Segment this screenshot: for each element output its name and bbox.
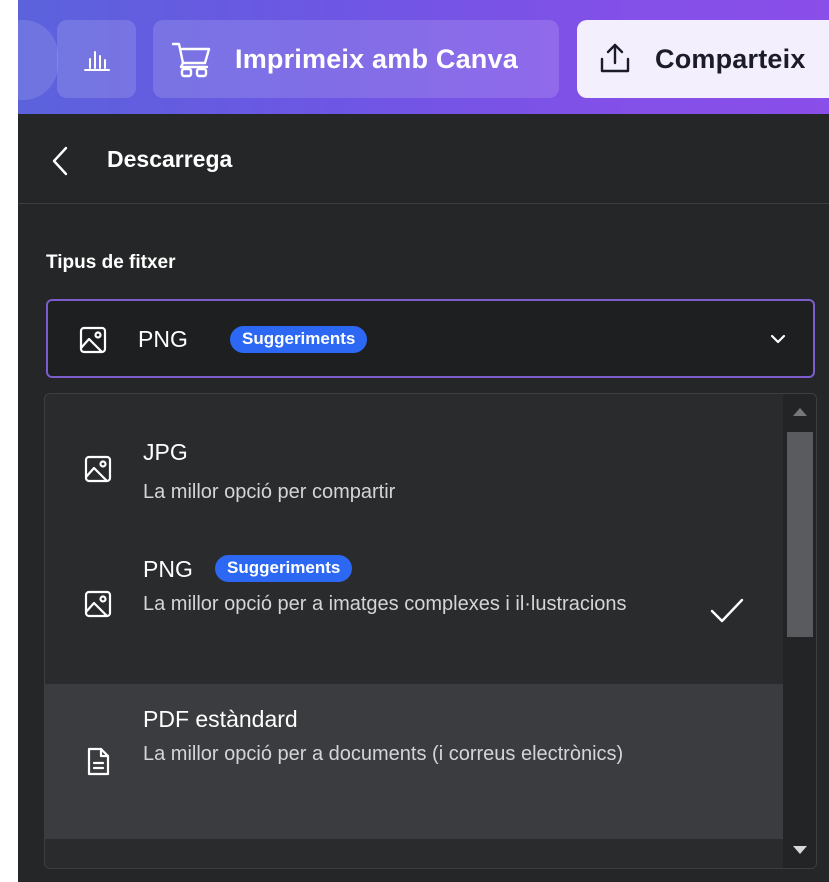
chevron-down-icon	[770, 334, 786, 344]
option-name: PDF estàndard	[143, 706, 298, 732]
suggested-badge: Suggeriments	[230, 326, 368, 353]
back-chevron-icon[interactable]	[44, 144, 74, 178]
file-type-select[interactable]: PNG Suggeriments	[46, 299, 815, 378]
option-pdf-standard[interactable]: PDF estàndard La millor opció per a docu…	[45, 684, 783, 839]
option-png[interactable]: PNG Suggeriments La millor opció per a i…	[45, 539, 783, 684]
image-icon	[84, 590, 112, 618]
option-jpg[interactable]: JPG La millor opció per compartir	[45, 394, 783, 539]
insights-button[interactable]	[57, 20, 136, 98]
option-next-partial[interactable]	[45, 839, 783, 868]
document-icon	[87, 747, 110, 776]
panel-header: Descarrega	[18, 114, 829, 204]
option-description: La millor opció per a documents (i corre…	[143, 743, 624, 765]
file-type-dropdown: JPG La millor opció per compartir PNG Su…	[44, 393, 817, 869]
toolbar-partial-button[interactable]	[0, 20, 58, 100]
option-description: La millor opció per compartir	[143, 481, 396, 503]
shopping-cart-icon	[171, 42, 211, 78]
checkmark-icon	[710, 598, 744, 623]
option-name: JPG	[143, 439, 188, 465]
page-title: Descarrega	[107, 146, 233, 172]
option-description: La millor opció per a imatges complexes …	[143, 593, 627, 615]
selected-file-type: PNG	[138, 326, 188, 352]
image-icon	[79, 326, 107, 354]
scroll-up-arrow-icon[interactable]	[793, 408, 807, 416]
download-panel: Imprimeix amb Canva Comparteix Descarreg…	[0, 0, 829, 882]
share-upload-icon	[600, 43, 630, 73]
print-button-label: Imprimeix amb Canva	[235, 43, 518, 74]
share-button-label: Comparteix	[655, 43, 806, 74]
suggested-badge: Suggeriments	[215, 555, 353, 582]
print-with-canva-button[interactable]: Imprimeix amb Canva	[153, 20, 559, 98]
file-type-label: Tipus de fitxer	[46, 252, 176, 273]
scroll-down-arrow-icon[interactable]	[793, 846, 807, 854]
scrollbar-thumb[interactable]	[787, 432, 813, 637]
top-toolbar: Imprimeix amb Canva Comparteix	[0, 0, 829, 114]
image-icon	[84, 455, 112, 483]
option-name: PNG	[143, 556, 193, 582]
bar-chart-icon	[83, 51, 110, 71]
share-button[interactable]: Comparteix	[577, 20, 829, 98]
